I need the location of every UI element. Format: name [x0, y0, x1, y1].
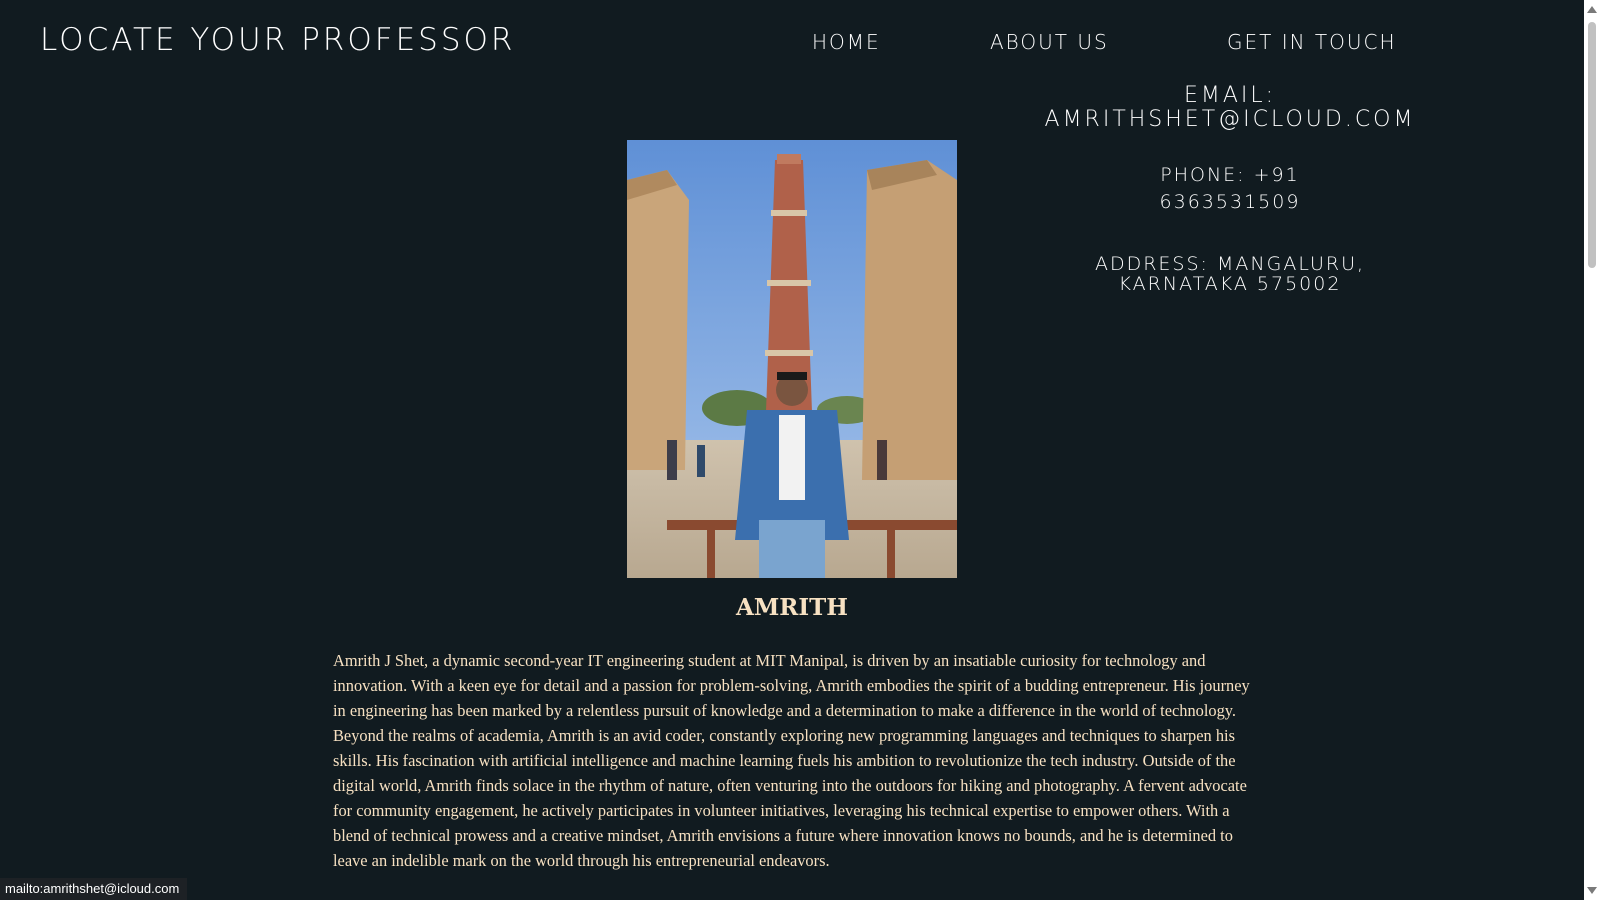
address-info: Address: Mangaluru, Karnataka 575002	[1000, 254, 1460, 294]
email-value[interactable]: amrithshet@icloud.com	[1000, 108, 1460, 132]
status-bar-link-preview: mailto:amrithshet@icloud.com	[0, 878, 188, 900]
profile-photo	[627, 140, 957, 578]
contact-info: Email: amrithshet@icloud.com Phone: +91 …	[1000, 84, 1460, 295]
profile-name: AMRITH	[735, 594, 849, 621]
phone-info: Phone: +91 6363531509	[1000, 162, 1460, 216]
profile-bio: Amrith J Shet, a dynamic second-year IT …	[333, 651, 1250, 870]
phone-value: 6363531509	[1159, 191, 1301, 213]
nav-home-link[interactable]: Home	[812, 30, 990, 54]
address-line-1: Address: Mangaluru,	[1094, 253, 1366, 275]
site-title: Locate your Professor	[40, 22, 516, 58]
address-line-2: Karnataka 575002	[1118, 273, 1342, 295]
scrollbar-thumb[interactable]	[1588, 22, 1596, 268]
phone-label: Phone: +91	[1160, 164, 1300, 186]
scroll-down-icon[interactable]	[1587, 887, 1597, 894]
nav-about-link[interactable]: About us	[990, 30, 1227, 54]
vertical-scrollbar[interactable]	[1584, 0, 1600, 900]
scroll-up-icon[interactable]	[1587, 6, 1597, 13]
email-label: Email:	[1183, 83, 1277, 108]
email-link[interactable]: Email: amrithshet@icloud.com	[1000, 84, 1460, 132]
main-nav: Home About us Get in Touch	[812, 30, 1397, 54]
nav-contact-link[interactable]: Get in Touch	[1227, 30, 1397, 54]
